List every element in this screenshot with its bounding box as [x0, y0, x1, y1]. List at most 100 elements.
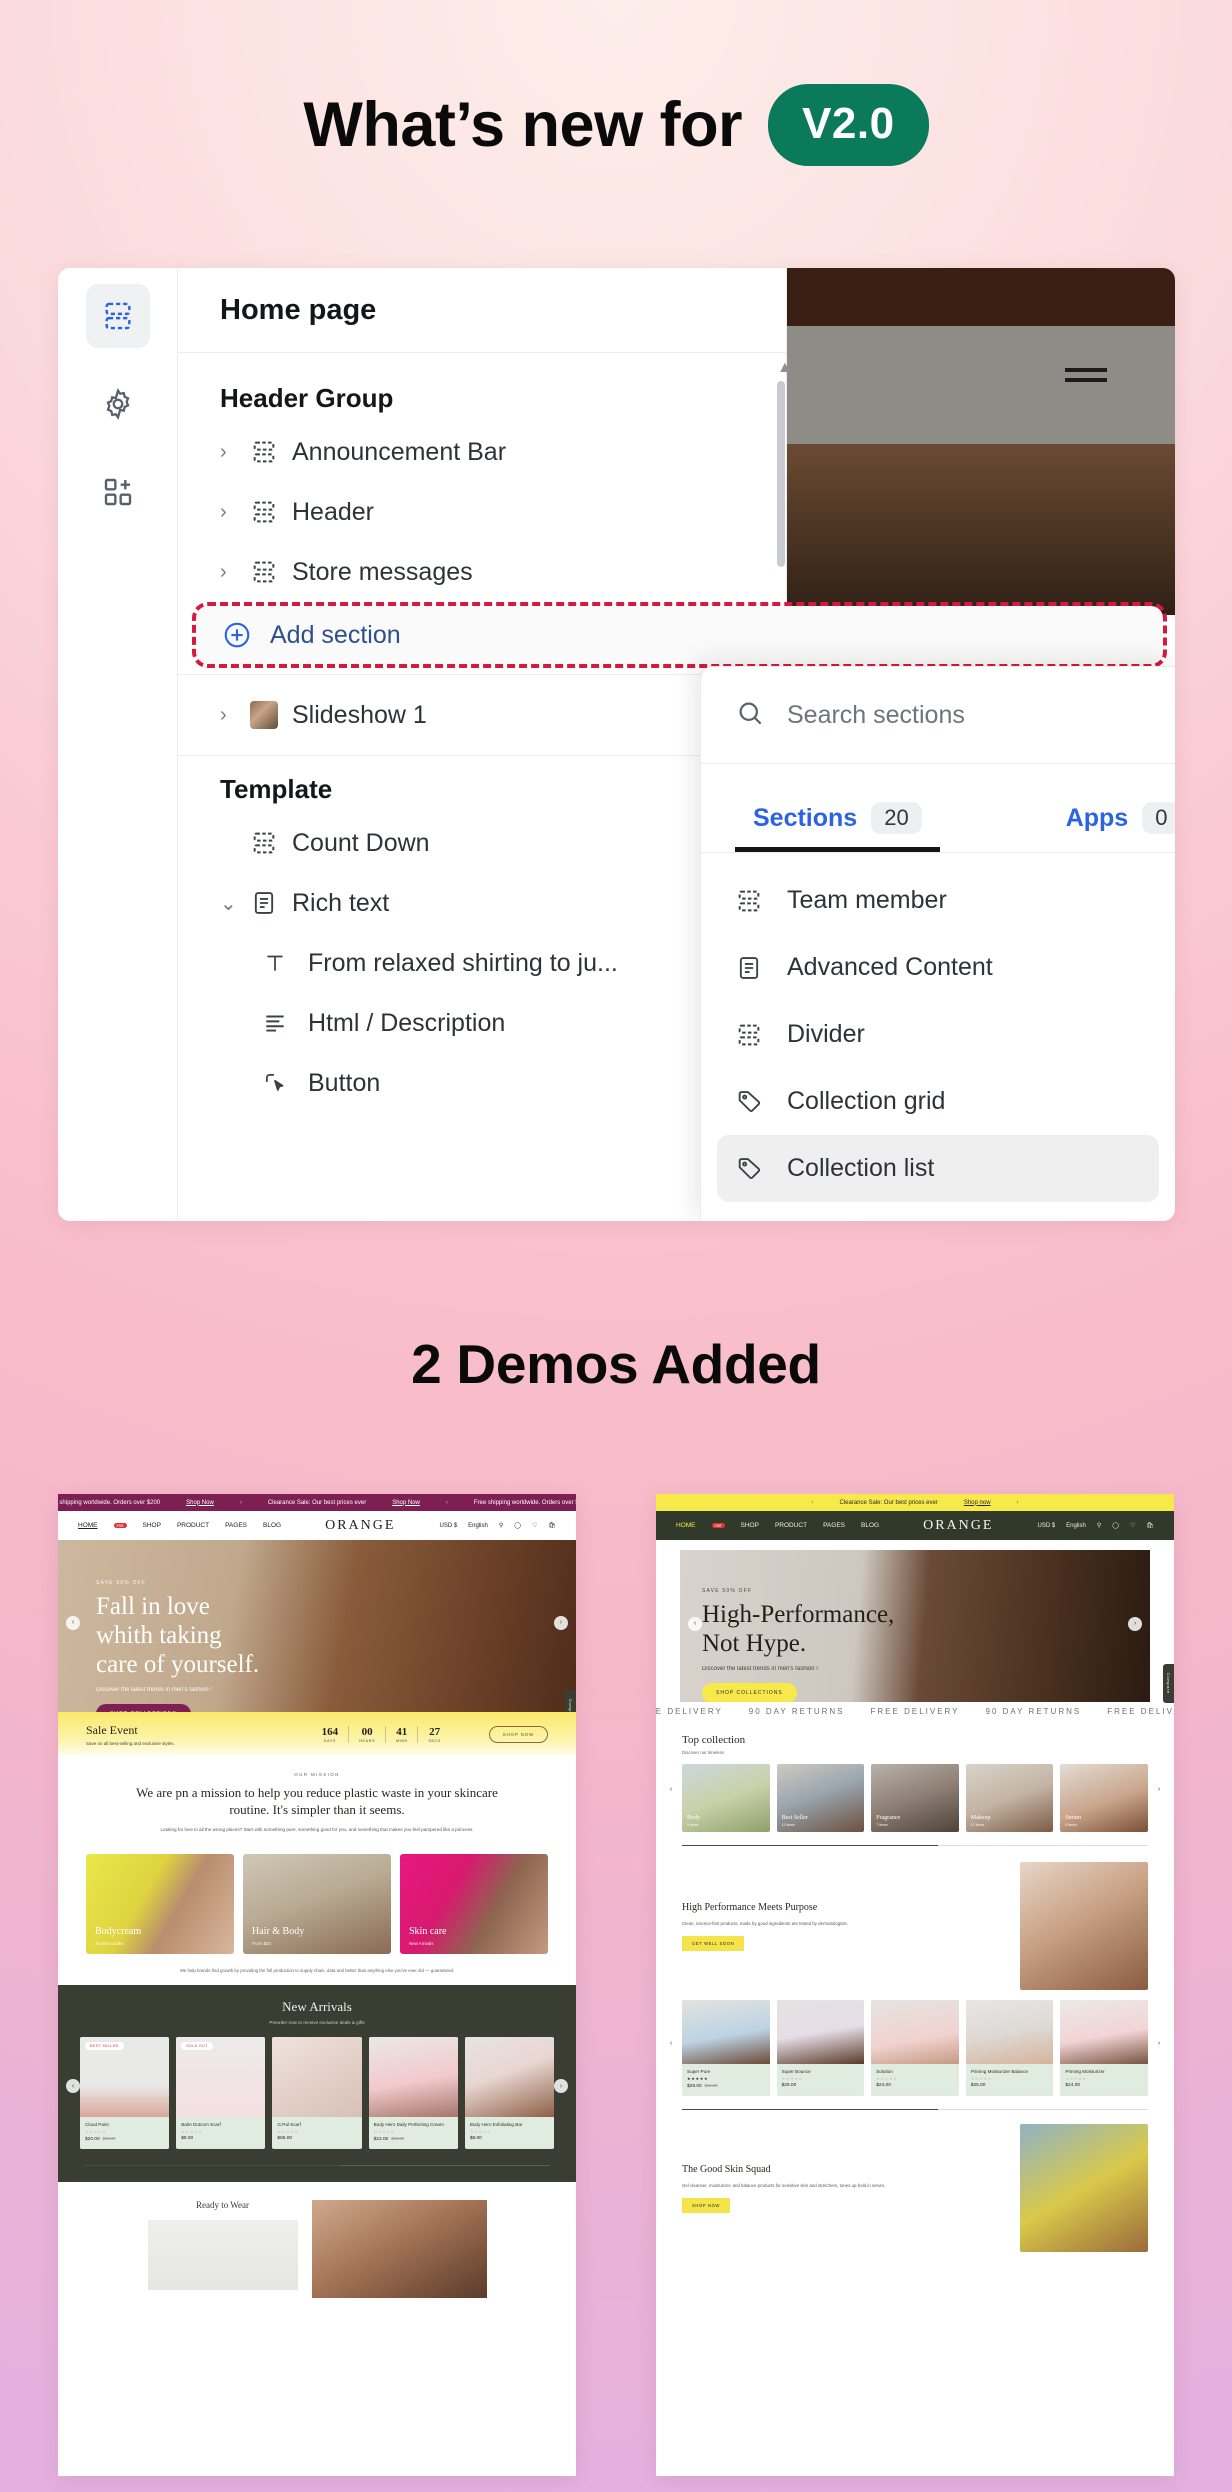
- compare-side-tab[interactable]: Compare: [565, 1690, 576, 1712]
- product-card[interactable]: G.Pal Scarf ☆☆☆☆☆ $65.00: [272, 2036, 362, 2149]
- nav-item-home[interactable]: HOME: [676, 1522, 696, 1529]
- countdown-cell: 41 MINS: [385, 1725, 417, 1743]
- product-price: $24.00: [876, 2083, 891, 2088]
- announcement-link[interactable]: Shop Now: [186, 1500, 214, 1506]
- cart-icon[interactable]: 🛍: [548, 1522, 556, 1529]
- collection-card[interactable]: Body 9 items: [682, 1764, 770, 1832]
- carousel-next-arrow[interactable]: ›: [1152, 2036, 1166, 2051]
- nav-item-shop[interactable]: SHOP: [741, 1522, 759, 1529]
- demo-preview-right[interactable]: ‹ Clearance Sale: Our best prices ever S…: [656, 1494, 1174, 2476]
- hero-cta-button[interactable]: SHOP COLLECTIONS: [702, 1683, 797, 1702]
- product-card[interactable]: BEST SELLER Cloud Paint ☆☆☆☆☆ $20.00 $25.…: [80, 2036, 170, 2149]
- category-card[interactable]: Skin care New Arrivals: [400, 1853, 548, 1954]
- collection-title: Serum: [1065, 1815, 1082, 1821]
- sidebar-item-theme-settings[interactable]: [86, 372, 150, 436]
- announcement-bar: Free shipping worldwide. Orders over $20…: [58, 1494, 576, 1511]
- search-icon[interactable]: ⚲: [499, 1522, 503, 1529]
- rating-stars: ☆☆☆☆☆: [85, 2128, 107, 2134]
- section-option-collection-grid[interactable]: Collection grid: [717, 1068, 1159, 1135]
- collection-card[interactable]: Serum 5 items: [1060, 1764, 1148, 1832]
- collection-card[interactable]: Fragrance 7 items: [871, 1764, 959, 1832]
- collection-card[interactable]: Makeup 12 items: [965, 1764, 1054, 1832]
- tab-sections[interactable]: Sections 20: [735, 802, 940, 852]
- product-card[interactable]: Priming Moisturizer ☆☆☆☆☆ $24.00: [1060, 2000, 1148, 2096]
- nav-item-pages[interactable]: PAGES: [225, 1522, 247, 1529]
- hero-cta-button[interactable]: SHOP COLLECTIONS: [96, 1704, 191, 1712]
- carousel-progress[interactable]: [682, 1845, 1148, 1846]
- nav-item-product[interactable]: PRODUCT: [177, 1522, 209, 1529]
- carousel-prev-arrow[interactable]: ‹: [688, 1616, 702, 1631]
- wishlist-icon[interactable]: ♡: [1130, 1522, 1135, 1529]
- chevron-right-icon[interactable]: ›: [220, 441, 250, 464]
- announcement-link[interactable]: Shop now: [964, 1500, 991, 1506]
- language-selector[interactable]: English: [1066, 1523, 1086, 1529]
- sale-shop-now-button[interactable]: SHOP NOW: [488, 1725, 548, 1743]
- feature-cta-button[interactable]: GET WELL SOON: [682, 1936, 745, 1952]
- currency-selector[interactable]: USD $: [1038, 1523, 1056, 1529]
- compare-side-tab[interactable]: Compare: [1163, 1664, 1174, 1703]
- nav-item-pages[interactable]: PAGES: [823, 1522, 845, 1529]
- sidebar-item-apps[interactable]: [86, 460, 150, 524]
- tree-row-announcement-bar[interactable]: › Announcement Bar: [178, 422, 1175, 482]
- product-card[interactable]: Body Hero Exfoliating Bar ☆☆☆☆☆ $8.00: [464, 2036, 555, 2149]
- chevron-right-icon[interactable]: ›: [220, 704, 250, 727]
- carousel-prev-arrow[interactable]: ‹: [664, 1782, 678, 1797]
- product-card[interactable]: Super Bounce ☆☆☆☆☆ $29.00: [776, 2000, 865, 2096]
- nav-item-product[interactable]: PRODUCT: [775, 1522, 807, 1529]
- section-option-team-member[interactable]: Team member: [717, 867, 1159, 934]
- product-card[interactable]: SOLD OUT Balm Dotcom Scarf ☆☆☆☆☆ $8.00: [176, 2036, 266, 2149]
- carousel-next-arrow[interactable]: ›: [1152, 1782, 1166, 1797]
- wishlist-icon[interactable]: ♡: [532, 1522, 537, 1529]
- demo-preview-left[interactable]: Free shipping worldwide. Orders over $20…: [58, 1494, 576, 2476]
- chevron-down-icon[interactable]: ⌄: [220, 891, 250, 916]
- version-badge: V2.0: [768, 84, 929, 166]
- category-card[interactable]: Bodycream 30 best scrubs: [86, 1853, 234, 1954]
- product-card[interactable]: Priming Moisturizer Balance ☆☆☆☆☆ $25.00: [965, 2000, 1054, 2096]
- section-option-advanced-content[interactable]: Advanced Content: [717, 934, 1159, 1001]
- collection-card[interactable]: Best Seller 11 items: [776, 1764, 865, 1832]
- carousel-progress[interactable]: [682, 2109, 1148, 2110]
- product-card[interactable]: Body Hero Daily Perfecting Cream ☆☆☆☆☆ $…: [368, 2036, 458, 2149]
- sidebar-item-sections[interactable]: [85, 284, 150, 348]
- carousel-prev-arrow[interactable]: ‹: [66, 1615, 80, 1630]
- carousel-next-arrow[interactable]: ›: [554, 2079, 568, 2094]
- nav-item-home[interactable]: HOME: [78, 1522, 98, 1529]
- countdown-label: DAYS: [323, 1738, 336, 1743]
- section-option-collection-list[interactable]: Collection list: [717, 1135, 1159, 1202]
- paragraph-icon: [262, 1010, 308, 1036]
- search-sections-field[interactable]: Search sections: [701, 667, 1175, 764]
- add-section-button[interactable]: Add section: [192, 602, 1167, 668]
- account-icon[interactable]: ◯: [514, 1522, 521, 1529]
- language-selector[interactable]: English: [468, 1523, 488, 1529]
- category-card[interactable]: Hair & Body From $20: [243, 1853, 391, 1954]
- carousel-prev-arrow[interactable]: ‹: [66, 2079, 80, 2094]
- tree-row-header[interactable]: › Header: [178, 482, 1175, 542]
- product-card[interactable]: Super Pure ★★★★★ $29.00 $32.00: [682, 2000, 770, 2096]
- tree-row-label: Rich text: [292, 888, 390, 917]
- demos-heading: 2 Demos Added: [411, 1333, 821, 1395]
- nav-item-blog[interactable]: BLOG: [861, 1522, 879, 1529]
- account-icon[interactable]: ◯: [1112, 1522, 1119, 1529]
- tab-apps[interactable]: Apps 0: [1048, 802, 1175, 852]
- nav-item-blog[interactable]: BLOG: [263, 1522, 281, 1529]
- section-option-divider[interactable]: Divider: [717, 1001, 1159, 1068]
- announcement-link[interactable]: Shop Now: [392, 1500, 420, 1506]
- product-card[interactable]: Solution ☆☆☆☆☆ $24.00: [871, 2000, 959, 2096]
- nav-item-shop[interactable]: SHOP: [143, 1522, 161, 1529]
- chevron-right-icon[interactable]: ›: [220, 561, 250, 584]
- cart-icon[interactable]: 🛍: [1146, 1522, 1154, 1529]
- carousel-prev-arrow[interactable]: ‹: [664, 2036, 678, 2051]
- ready-to-wear-title: Ready to Wear: [195, 2199, 250, 2210]
- carousel-next-arrow[interactable]: ›: [1128, 1616, 1142, 1631]
- tree-row-store-messages[interactable]: › Store messages: [178, 542, 1175, 602]
- top-collection-section: Top collection Discover our timeless: [656, 1720, 1174, 1755]
- chevron-right-icon[interactable]: ›: [220, 501, 250, 524]
- search-icon[interactable]: ⚲: [1097, 1522, 1101, 1529]
- tab-label: Sections: [753, 803, 858, 832]
- product-name: Priming Moisturizer Balance: [970, 2069, 1028, 2074]
- currency-selector[interactable]: USD $: [440, 1523, 458, 1529]
- carousel-progress[interactable]: [84, 2164, 550, 2166]
- section-option-label: Collection list: [787, 1154, 935, 1182]
- bottom-feature-cta-button[interactable]: SHOP NOW: [682, 2198, 730, 2214]
- carousel-next-arrow[interactable]: ›: [554, 1615, 568, 1630]
